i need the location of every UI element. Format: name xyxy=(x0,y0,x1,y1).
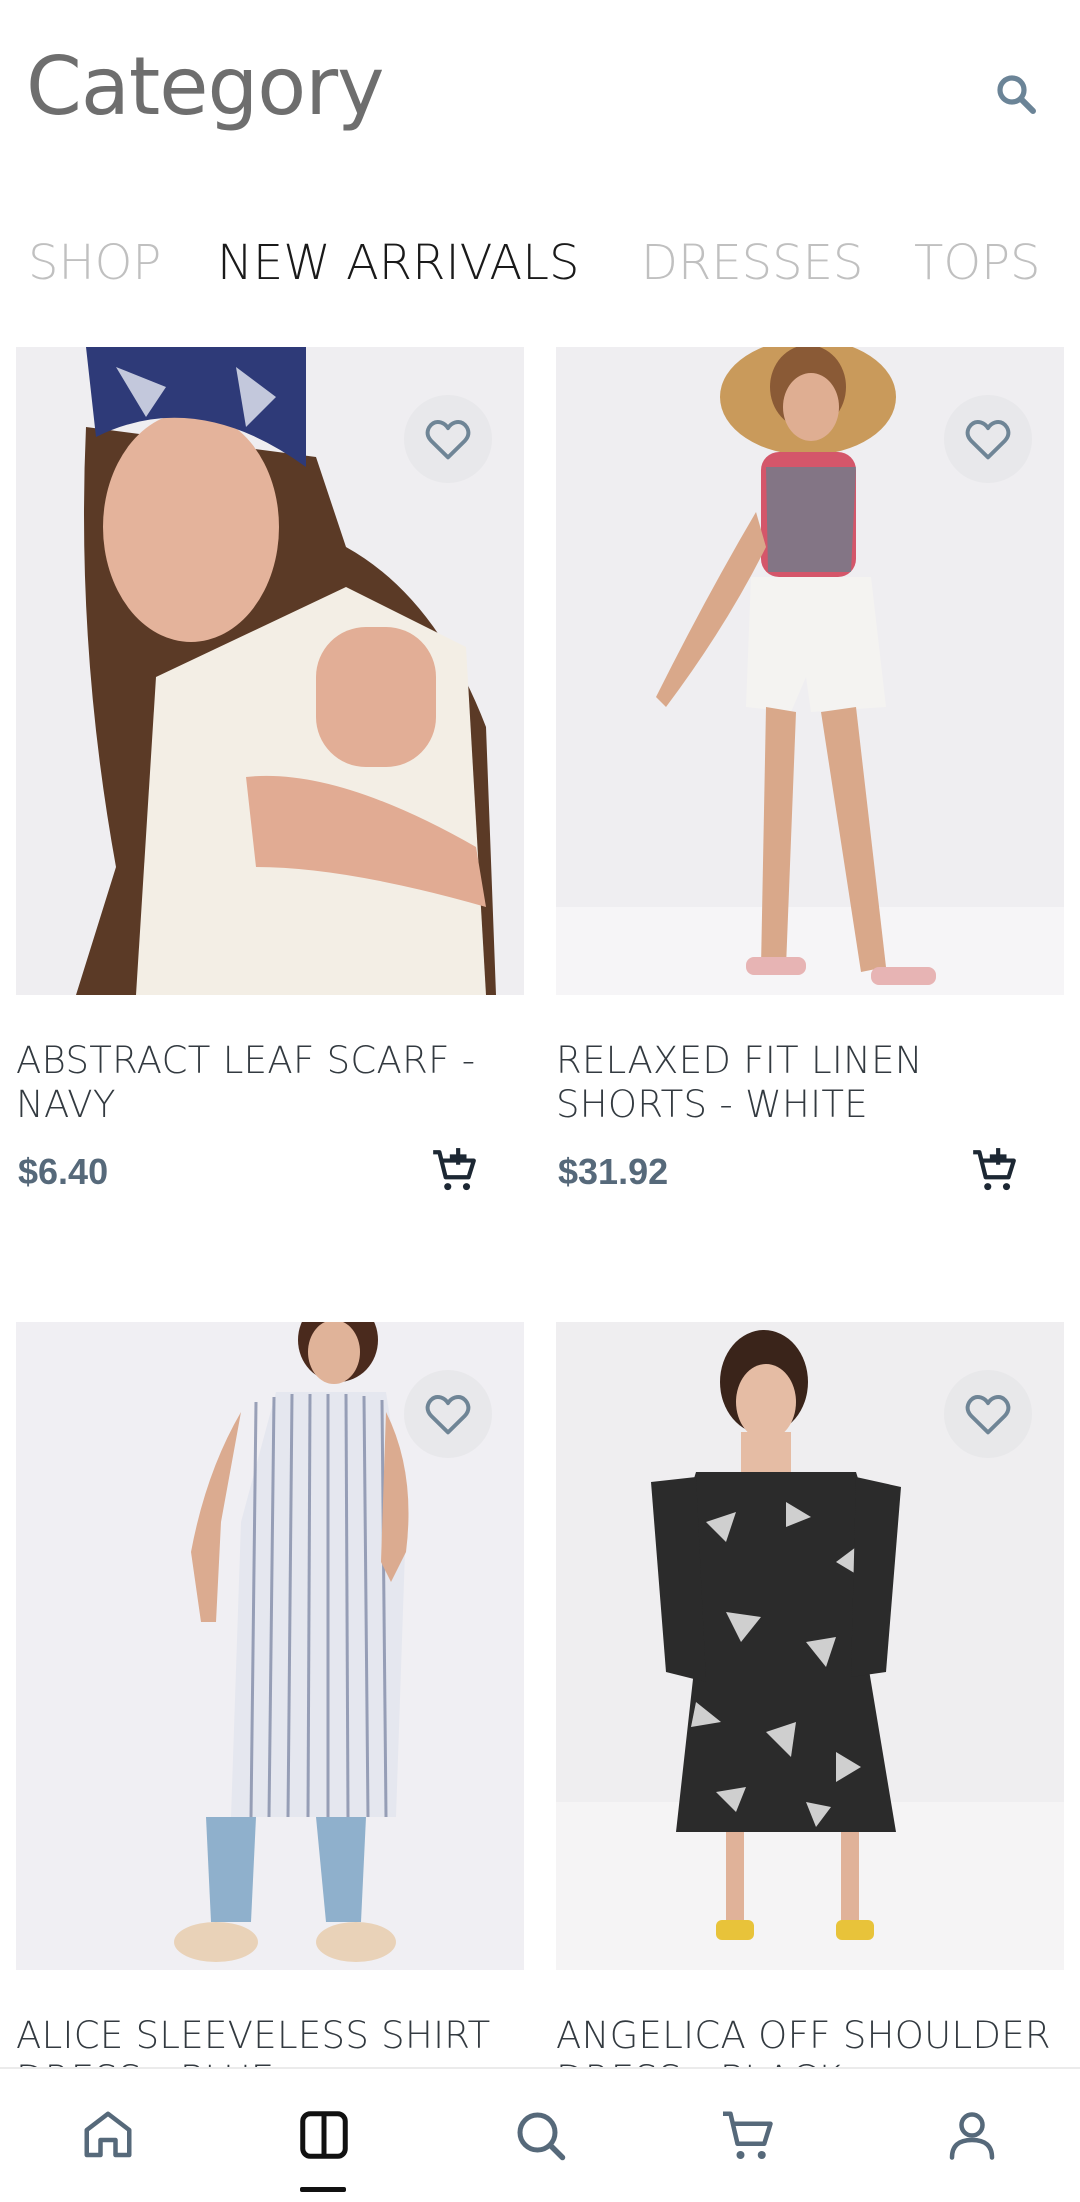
nav-profile[interactable] xyxy=(936,2099,1008,2171)
cart-add-icon xyxy=(973,1148,1016,1191)
product-name[interactable]: ABSTRACT LEAF SCARF - NAVY xyxy=(16,1039,524,1127)
tab-dresses[interactable]: DRESSES xyxy=(641,235,863,291)
product-grid: ABSTRACT LEAF SCARF - NAVY $6.40 RELAXED… xyxy=(0,347,1080,2067)
search-button[interactable] xyxy=(988,66,1044,122)
search-icon xyxy=(517,2112,566,2161)
category-icon xyxy=(300,2111,348,2159)
product-card[interactable]: RELAXED FIT LINEN SHORTS - WHITE $31.92 xyxy=(556,347,1064,1199)
product-name[interactable]: ALICE SLEEVELESS SHIRT DRESS - BLUE xyxy=(16,2014,524,2067)
heart-outline-icon xyxy=(425,420,471,460)
search-icon xyxy=(997,75,1036,114)
price-row: $31.92 xyxy=(556,1139,1064,1199)
favorite-button[interactable] xyxy=(944,1370,1032,1458)
price-row: $6.40 xyxy=(16,1139,524,1199)
favorite-button[interactable] xyxy=(404,1370,492,1458)
product-name[interactable]: ANGELICA OFF SHOULDER DRESS - BLACK xyxy=(556,2014,1064,2067)
product-card[interactable]: ALICE SLEEVELESS SHIRT DRESS - BLUE xyxy=(16,1322,524,2067)
nav-search[interactable] xyxy=(504,2099,576,2171)
cart-icon xyxy=(723,2111,773,2159)
add-to-cart-button[interactable] xyxy=(966,1143,1022,1199)
nav-cart[interactable] xyxy=(712,2099,784,2171)
cart-add-icon xyxy=(433,1148,476,1191)
nav-home[interactable] xyxy=(72,2099,144,2171)
category-tabs: SHOP NEW ARRIVALS DRESSES TOPS xyxy=(0,225,1080,305)
product-card[interactable]: ABSTRACT LEAF SCARF - NAVY $6.40 xyxy=(16,347,524,1199)
nav-category[interactable] xyxy=(288,2099,360,2171)
favorite-button[interactable] xyxy=(404,395,492,483)
home-icon xyxy=(84,2111,132,2158)
tab-tops[interactable]: TOPS xyxy=(914,235,1041,291)
heart-outline-icon xyxy=(965,1395,1011,1435)
favorite-button[interactable] xyxy=(944,395,1032,483)
product-image[interactable] xyxy=(16,1322,524,1970)
bottom-navigation xyxy=(0,2067,1080,2202)
product-image[interactable] xyxy=(556,1322,1064,1970)
add-to-cart-button[interactable] xyxy=(426,1143,482,1199)
product-card[interactable]: ANGELICA OFF SHOULDER DRESS - BLACK xyxy=(556,1322,1064,2067)
product-image[interactable] xyxy=(16,347,524,995)
heart-outline-icon xyxy=(965,420,1011,460)
heart-outline-icon xyxy=(425,1395,471,1435)
tab-shop[interactable]: SHOP xyxy=(28,235,161,291)
product-name[interactable]: RELAXED FIT LINEN SHORTS - WHITE xyxy=(556,1039,1064,1127)
product-price: $31.92 xyxy=(558,1151,669,1192)
tab-new-arrivals[interactable]: NEW ARRIVALS xyxy=(217,235,579,291)
product-price: $6.40 xyxy=(18,1151,109,1192)
page-title: Category xyxy=(26,40,384,133)
active-tab-indicator xyxy=(300,2187,346,2192)
profile-icon xyxy=(949,2112,995,2160)
app-header: Category xyxy=(0,0,1080,180)
product-image[interactable] xyxy=(556,347,1064,995)
